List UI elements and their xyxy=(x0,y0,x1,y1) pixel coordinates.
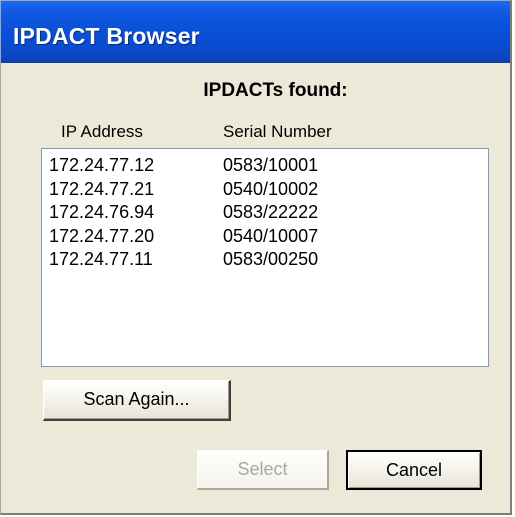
devices-found-heading: IPDACTs found: xyxy=(203,80,348,101)
column-header-serial-number: Serial Number xyxy=(223,122,332,141)
device-list-row[interactable]: 172.24.77.20 0540/10007 xyxy=(49,226,479,250)
row-ip-address: 172.24.77.12 xyxy=(49,155,155,175)
dialog-window: IPDACT Browser IPDACTs found: IP Address… xyxy=(0,0,512,515)
row-ip-address: 172.24.77.20 xyxy=(49,226,155,246)
scan-again-button[interactable]: Scan Again... xyxy=(43,380,231,421)
title-bar[interactable]: IPDACT Browser xyxy=(1,1,510,63)
device-list-row[interactable]: 172.24.77.11 0583/00250 xyxy=(49,249,479,273)
row-serial-number: 0540/10002 xyxy=(223,179,319,199)
cancel-button[interactable]: Cancel xyxy=(346,450,482,490)
row-ip-address: 172.24.77.21 xyxy=(49,179,155,199)
device-list-row[interactable]: 172.24.77.12 0583/10001 xyxy=(49,155,479,179)
row-ip-address: 172.24.76.94 xyxy=(49,202,155,222)
device-list-row[interactable]: 172.24.76.94 0583/22222 xyxy=(49,202,479,226)
row-serial-number: 0583/10001 xyxy=(223,155,319,175)
column-header-ip-address: IP Address xyxy=(61,122,143,141)
row-serial-number: 0540/10007 xyxy=(223,226,319,246)
row-ip-address: 172.24.77.11 xyxy=(49,249,153,269)
device-list-row[interactable]: 172.24.77.21 0540/10002 xyxy=(49,179,479,203)
device-list[interactable]: 172.24.77.12 0583/10001 172.24.77.21 054… xyxy=(41,148,489,367)
select-button[interactable]: Select xyxy=(197,450,329,490)
row-serial-number: 0583/00250 xyxy=(223,249,319,269)
window-title: IPDACT Browser xyxy=(13,23,200,49)
row-serial-number: 0583/22222 xyxy=(223,202,319,222)
